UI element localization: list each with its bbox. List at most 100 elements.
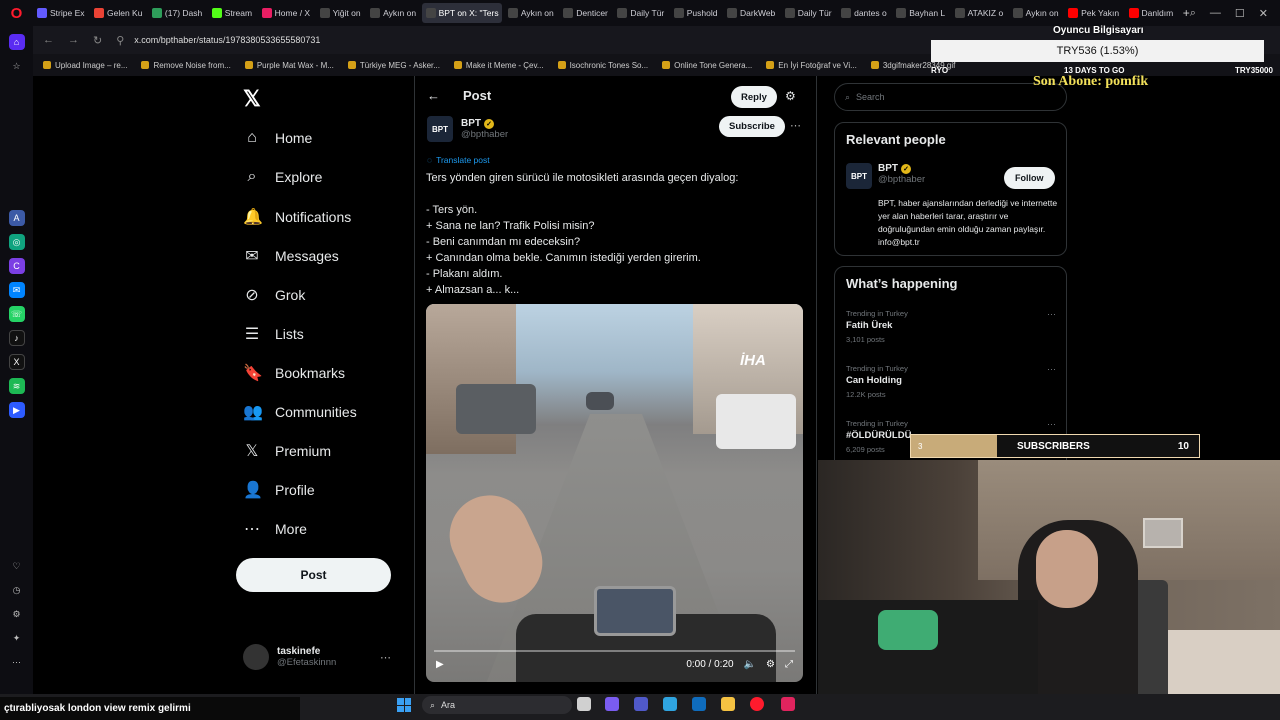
heart-icon[interactable]: ♡ xyxy=(9,558,25,574)
nav-item-notifications[interactable]: 🔔 Notifications xyxy=(243,207,351,227)
follow-button[interactable]: Follow xyxy=(1004,167,1055,189)
trend-item[interactable]: Trending in Turkey Can Holding 12.2K posts… xyxy=(846,364,1056,399)
post-author[interactable]: BPT BPT ✓ @bpthaber xyxy=(427,116,508,142)
nav-item-premium[interactable]: 𝕏 Premium xyxy=(243,441,331,461)
browser-tab[interactable]: Gelen Ku xyxy=(90,3,146,23)
browser-tab[interactable]: Aykın on xyxy=(504,3,557,23)
bookmark-item[interactable]: Remove Noise from... xyxy=(141,61,231,70)
browser-tab[interactable]: Danldım xyxy=(1125,3,1177,23)
translate-post-link[interactable]: ◌ Translate post xyxy=(427,155,490,165)
browser-tab[interactable]: DarkWeb xyxy=(723,3,779,23)
nav-item-profile[interactable]: 👤 Profile xyxy=(243,480,315,500)
browser-tab[interactable]: Stripe Ex xyxy=(33,3,88,23)
browser-tab[interactable]: Home / X xyxy=(258,3,314,23)
video-player[interactable]: İHA ▶ 0:00 / 0:20 🔈 ⚙ ⤢ xyxy=(426,304,803,682)
search-tabs-icon[interactable]: ⌕ xyxy=(1190,7,1196,20)
reload-icon[interactable]: ↻ xyxy=(93,34,102,47)
teams-icon[interactable] xyxy=(634,697,648,711)
more-dots-icon[interactable]: ⋯ xyxy=(790,119,801,132)
browser-tab[interactable]: Denticer xyxy=(559,3,611,23)
tune-icon[interactable]: ⚙ xyxy=(785,89,796,103)
trend-more-icon[interactable]: ⋯ xyxy=(1047,364,1056,375)
forward-icon[interactable]: → xyxy=(68,34,79,47)
new-tab-icon[interactable]: + xyxy=(1183,6,1190,20)
taskbar-search[interactable]: ⌕ Ara xyxy=(422,696,572,714)
bookmark-item[interactable]: Purple Mat Wax - M... xyxy=(244,61,334,70)
trend-more-icon[interactable]: ⋯ xyxy=(1047,419,1056,430)
nav-item-lists[interactable]: ☰ Lists xyxy=(243,324,304,344)
nav-item-explore[interactable]: ⌕ Explore xyxy=(243,168,323,186)
browser-tab[interactable]: Daily Tür xyxy=(781,3,835,23)
author-name[interactable]: BPT xyxy=(461,118,481,129)
x-icon[interactable]: X xyxy=(8,354,25,370)
x-logo-icon[interactable]: 𝕏 xyxy=(243,86,261,112)
author-avatar[interactable]: BPT xyxy=(427,116,453,142)
lightbulb-icon[interactable]: ✦ xyxy=(9,630,25,646)
back-arrow-icon[interactable]: ← xyxy=(427,88,440,103)
star-icon[interactable]: ☆ xyxy=(9,58,25,74)
nav-item-messages[interactable]: ✉ Messages xyxy=(243,246,339,266)
tiktok-icon[interactable]: ♪ xyxy=(8,330,25,346)
site-info-icon[interactable]: ⚲ xyxy=(116,34,124,47)
edge-icon[interactable] xyxy=(663,697,677,711)
task-view-icon[interactable] xyxy=(577,697,591,711)
post-button[interactable]: Post xyxy=(236,558,391,592)
settings-icon[interactable]: ⚙ xyxy=(766,659,775,670)
bookmark-item[interactable]: Make it Meme - Çev... xyxy=(453,61,544,70)
nav-item-more[interactable]: ⋯ More xyxy=(243,519,307,539)
file-explorer-icon[interactable] xyxy=(721,697,735,711)
person-avatar[interactable]: BPT xyxy=(846,163,872,189)
more-icon[interactable]: ⋯ xyxy=(9,654,25,670)
browser-tab[interactable]: Stream xyxy=(208,3,256,23)
reply-button[interactable]: Reply xyxy=(731,86,777,108)
volume-icon[interactable]: 🔈 xyxy=(744,659,756,670)
cs-icon[interactable]: C xyxy=(8,258,25,274)
browser-tab[interactable]: Daily Tür xyxy=(613,3,667,23)
play-icon[interactable]: ▶ xyxy=(436,659,444,670)
nav-item-bookmarks[interactable]: 🔖 Bookmarks xyxy=(243,363,345,383)
app-icon[interactable] xyxy=(781,697,795,711)
browser-tab[interactable]: dantes o xyxy=(837,3,890,23)
bookmark-item[interactable]: Online Tone Genera... xyxy=(662,61,752,70)
minimize-icon[interactable]: — xyxy=(1210,7,1221,20)
spotify-icon[interactable]: ≋ xyxy=(8,378,25,394)
close-icon[interactable]: ✕ xyxy=(1259,7,1268,20)
fullscreen-icon[interactable]: ⤢ xyxy=(785,659,793,670)
browser-tab[interactable]: Pushold xyxy=(670,3,721,23)
home-icon[interactable]: ⌂ xyxy=(8,34,25,50)
messenger-icon[interactable]: ✉ xyxy=(8,282,25,298)
bookmark-item[interactable]: Isochronic Tones So... xyxy=(557,61,648,70)
person-name[interactable]: BPT xyxy=(878,163,898,174)
browser-tab[interactable]: ATAKIZ o xyxy=(951,3,1007,23)
bookmark-item[interactable]: En İyi Fotoğraf ve Vi... xyxy=(766,61,857,70)
more-dots-icon[interactable]: ⋯ xyxy=(380,651,391,664)
nav-item-home[interactable]: ⌂ Home xyxy=(243,129,312,147)
copilot-icon[interactable] xyxy=(605,697,619,711)
bookmark-item[interactable]: Türkiye MEG - Asker... xyxy=(347,61,440,70)
settings-icon[interactable]: ⚙ xyxy=(9,606,25,622)
trend-more-icon[interactable]: ⋯ xyxy=(1047,309,1056,320)
opera-logo-icon[interactable]: O xyxy=(0,0,33,26)
browser-tab[interactable]: Aykın on xyxy=(366,3,419,23)
store-icon[interactable] xyxy=(692,697,706,711)
url-field[interactable]: x.com/bpthaber/status/197838053365558073… xyxy=(134,35,320,45)
browser-tab[interactable]: Pek Yakın xyxy=(1064,3,1122,23)
browser-tab[interactable]: BPT on X: "Ters xyxy=(421,3,502,23)
subscribe-button[interactable]: Subscribe xyxy=(719,116,785,137)
chatgpt-icon[interactable]: ◎ xyxy=(8,234,25,250)
browser-tab[interactable]: Yiğit on xyxy=(316,3,365,23)
account-switcher[interactable]: taskinefe @Efetaskinnn ⋯ xyxy=(243,644,391,670)
bookmark-item[interactable]: Upload Image – re... xyxy=(43,61,127,70)
relevant-person[interactable]: BPT BPT ✓ @bpthaber xyxy=(846,163,925,189)
trend-item[interactable]: Trending in Turkey Fatih Ürek 3,101 posts ⋯ xyxy=(846,309,1056,344)
history-icon[interactable]: ◷ xyxy=(9,582,25,598)
opera-taskbar-icon[interactable] xyxy=(750,697,764,711)
nav-item-grok[interactable]: ⊘ Grok xyxy=(243,285,305,305)
browser-tab[interactable]: Bayhan L xyxy=(892,3,948,23)
back-icon[interactable]: ← xyxy=(43,34,54,47)
browser-tab[interactable]: Aykın on xyxy=(1009,3,1062,23)
maximize-icon[interactable]: ☐ xyxy=(1235,7,1245,20)
aria-icon[interactable]: A xyxy=(8,210,25,226)
video-progress-bar[interactable] xyxy=(434,650,795,652)
windows-start-icon[interactable] xyxy=(397,698,411,712)
